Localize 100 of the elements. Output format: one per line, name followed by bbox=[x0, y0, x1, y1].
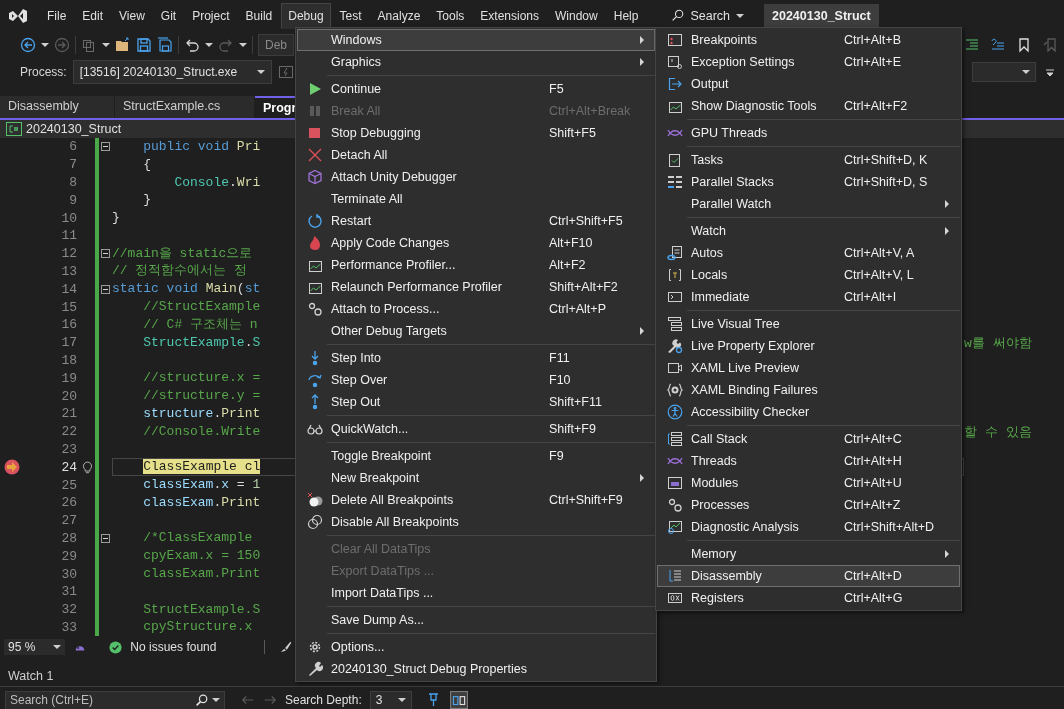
menu-bar-item[interactable]: Analyze bbox=[370, 2, 428, 29]
menu-bar-item[interactable]: Test bbox=[332, 2, 369, 29]
line-number: 8 bbox=[68, 175, 77, 190]
process-dropdown[interactable]: [13516] 20240130_Struct.exe bbox=[72, 60, 272, 84]
menu-item[interactable]: Windows bbox=[297, 29, 655, 51]
menu-item[interactable]: Live Visual Tree bbox=[657, 313, 960, 335]
menu-bar-item[interactable]: View bbox=[112, 2, 152, 29]
menu-item[interactable]: XAML Binding Failures bbox=[657, 379, 960, 401]
menu-item[interactable]: Restart Ctrl+Shift+F5 bbox=[297, 210, 655, 232]
menu-item[interactable]: Output bbox=[657, 73, 960, 95]
zoom-dropdown[interactable]: 95 % bbox=[4, 639, 66, 655]
line-number: 18 bbox=[60, 352, 77, 368]
menu-item[interactable]: QuickWatch... Shift+F9 bbox=[297, 418, 655, 440]
menu-item[interactable]: Immediate Ctrl+Alt+I bbox=[657, 286, 960, 308]
menu-item[interactable]: Terminate All bbox=[297, 188, 655, 210]
menu-item[interactable]: Step Into F11 bbox=[297, 347, 655, 369]
menu-bar-item[interactable]: Build bbox=[238, 2, 280, 29]
line-number: 10 bbox=[60, 210, 77, 226]
line-number: 13 bbox=[60, 263, 77, 279]
menu-item[interactable]: Processes Ctrl+Alt+Z bbox=[657, 494, 960, 516]
code-line: } bbox=[112, 209, 120, 228]
menu-item[interactable]: Step Out Shift+F11 bbox=[297, 391, 655, 413]
line-number: 27 bbox=[60, 513, 77, 529]
watch-tab[interactable]: Watch 1 bbox=[8, 669, 54, 683]
menu-item[interactable]: New Breakpoint bbox=[297, 467, 655, 489]
menu-item[interactable]: Delete All Breakpoints Ctrl+Shift+F9 bbox=[297, 489, 655, 511]
menu-item[interactable]: Accessibility Checker bbox=[657, 401, 960, 423]
menu-item[interactable]: Continue F5 bbox=[297, 78, 655, 100]
menu-bar-item[interactable]: Edit bbox=[75, 2, 111, 29]
menu-item[interactable]: Attach to Process... Ctrl+Alt+P bbox=[297, 298, 655, 320]
menu-item[interactable]: Exception Settings Ctrl+Alt+E bbox=[657, 51, 960, 73]
line-number: 32 bbox=[60, 602, 77, 618]
menu-item[interactable]: Graphics bbox=[297, 51, 655, 73]
search-depth-dropdown[interactable]: 3 bbox=[369, 690, 412, 709]
menu-item[interactable]: Options... bbox=[297, 636, 655, 658]
menu-item[interactable]: Memory bbox=[657, 543, 960, 565]
issues-status[interactable]: No issues found bbox=[130, 640, 217, 654]
menu-item[interactable]: Autos Ctrl+Alt+V, A bbox=[657, 242, 960, 264]
code-line: classExam.x = 1 bbox=[142, 476, 261, 495]
line-number: 17 bbox=[60, 335, 77, 351]
menu-bar-item[interactable]: Tools bbox=[429, 2, 472, 29]
code-line: static void Main(st bbox=[112, 280, 261, 299]
menu-item[interactable]: Parallel Stacks Ctrl+Shift+D, S bbox=[657, 171, 960, 193]
menu-item[interactable]: Registers Ctrl+Alt+G bbox=[657, 587, 960, 609]
menu-item[interactable]: Import DataTips ... bbox=[297, 582, 655, 604]
menu-item[interactable]: Live Property Explorer bbox=[657, 335, 960, 357]
menu-item[interactable]: Breakpoints Ctrl+Alt+B bbox=[657, 29, 960, 51]
configuration-dropdown[interactable]: Deb bbox=[258, 33, 294, 56]
document-tab[interactable]: StructExample.cs bbox=[115, 96, 254, 118]
menu-item[interactable]: Disassembly Ctrl+Alt+D bbox=[657, 565, 960, 587]
code-comment: 할 수 있음 bbox=[964, 423, 1032, 441]
menu-item[interactable]: GPU Threads bbox=[657, 122, 960, 144]
menu-bar-item[interactable]: Help bbox=[606, 2, 646, 29]
line-number: 25 bbox=[60, 477, 77, 493]
line-number: 7 bbox=[68, 157, 77, 173]
menu-item[interactable]: Apply Code Changes Alt+F10 bbox=[297, 232, 655, 254]
menu-item[interactable]: Locals Ctrl+Alt+V, L bbox=[657, 264, 960, 286]
document-tab[interactable]: Disassembly bbox=[0, 96, 114, 118]
menu-bar-item[interactable]: Extensions bbox=[473, 2, 547, 29]
menu-bar-item[interactable]: Project bbox=[185, 2, 237, 29]
menu-item[interactable]: Step Over F10 bbox=[297, 369, 655, 391]
menu-bar-item[interactable]: Git bbox=[153, 2, 184, 29]
menu-item[interactable]: Threads Ctrl+Alt+H bbox=[657, 450, 960, 472]
menu-item[interactable]: Relaunch Performance Profiler Shift+Alt+F2 bbox=[297, 276, 655, 298]
line-number: 26 bbox=[60, 495, 77, 511]
line-number: 23 bbox=[60, 441, 77, 457]
menu-item[interactable]: XAML Live Preview bbox=[657, 357, 960, 379]
project-dropdown[interactable]: 20240130_Struct bbox=[26, 122, 122, 136]
search-box[interactable]: Search (Ctrl+E) bbox=[5, 690, 225, 709]
menu-item[interactable]: Parallel Watch bbox=[657, 193, 960, 215]
menu-bar-item[interactable]: Debug bbox=[281, 2, 331, 29]
code-line: cpyStructure.x bbox=[142, 618, 253, 637]
code-line: StructExample.S bbox=[142, 333, 261, 352]
menu-bar-item[interactable]: File bbox=[40, 2, 74, 29]
solution-title: 20240130_Struct bbox=[764, 3, 879, 28]
menu-item[interactable]: Detach All bbox=[297, 144, 655, 166]
search-button[interactable]: Search bbox=[663, 4, 752, 27]
menu-item[interactable]: Toggle Breakpoint F9 bbox=[297, 445, 655, 467]
menu-item[interactable]: Other Debug Targets bbox=[297, 320, 655, 342]
menu-item[interactable]: Attach Unity Debugger bbox=[297, 166, 655, 188]
code-line: //structure.y = bbox=[142, 387, 261, 406]
search-field[interactable]: Search (Ctrl+E) bbox=[10, 693, 191, 707]
menu-item[interactable]: Performance Profiler... Alt+F2 bbox=[297, 254, 655, 276]
line-number: 19 bbox=[60, 370, 77, 386]
menu-item[interactable]: Diagnostic Analysis Ctrl+Shift+Alt+D bbox=[657, 516, 960, 538]
menu-item[interactable]: Tasks Ctrl+Shift+D, K bbox=[657, 149, 960, 171]
code-line: //main을 static으로 bbox=[112, 244, 253, 263]
menu-item[interactable]: Stop Debugging Shift+F5 bbox=[297, 122, 655, 144]
code-line: } bbox=[142, 191, 151, 210]
menu-bar-item[interactable]: Window bbox=[548, 2, 605, 29]
menu-item[interactable]: Show Diagnostic Tools Ctrl+Alt+F2 bbox=[657, 95, 960, 117]
menu-item[interactable]: Save Dump As... bbox=[297, 609, 655, 631]
menu-item[interactable]: Call Stack Ctrl+Alt+C bbox=[657, 428, 960, 450]
menu-item[interactable]: Disable All Breakpoints bbox=[297, 511, 655, 533]
menu-item[interactable]: Watch bbox=[657, 220, 960, 242]
line-number: 15 bbox=[60, 299, 77, 315]
line-number: 24 bbox=[60, 459, 77, 475]
menu-item[interactable]: Modules Ctrl+Alt+U bbox=[657, 472, 960, 494]
menu-item[interactable]: 20240130_Struct Debug Properties bbox=[297, 658, 655, 680]
line-number: 33 bbox=[60, 619, 77, 635]
